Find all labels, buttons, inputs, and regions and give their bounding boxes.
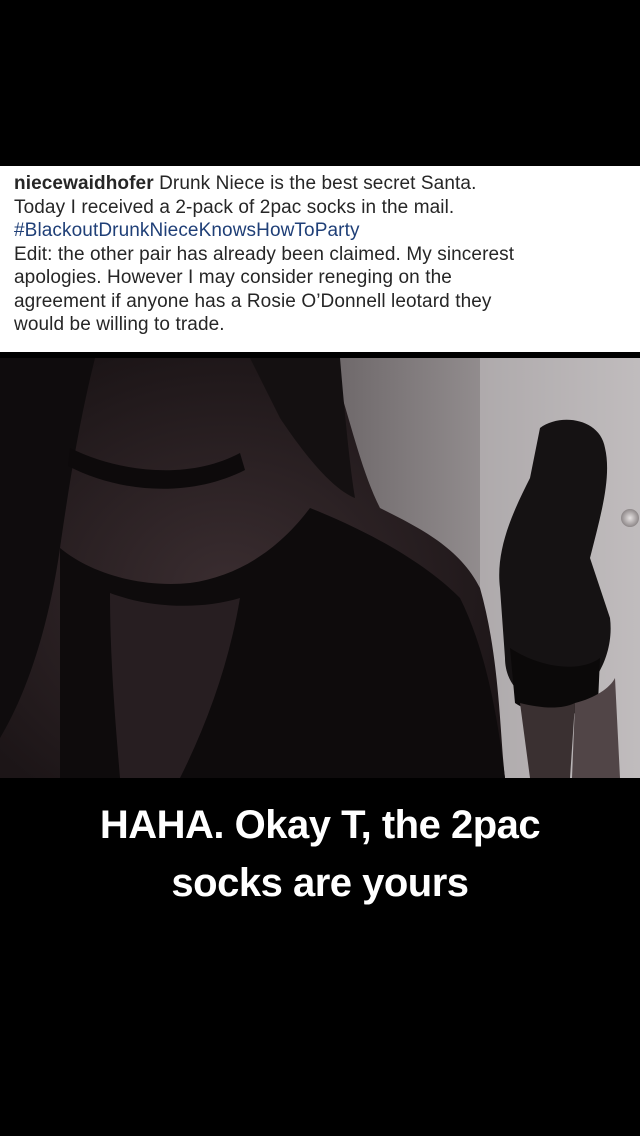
caption-text-1: Drunk Niece is the best secret Santa. bbox=[153, 173, 477, 194]
overlay-line-1: HAHA. Okay T, the 2pac bbox=[99, 803, 541, 847]
edit-line-2: apologies. However I may consider renegi… bbox=[14, 267, 452, 288]
overlay-line-2: socks are yours bbox=[171, 861, 469, 905]
hashtag-link[interactable]: #BlackoutDrunkNieceKnowsHowToParty bbox=[14, 219, 626, 243]
lamp-light bbox=[621, 509, 639, 527]
edit-line-4: would be willing to trade. bbox=[14, 314, 225, 335]
story-overlay-text: HAHA. Okay T, the 2pac socks are yours bbox=[0, 796, 640, 912]
caption-line-1: niecewaidhofer Drunk Niece is the best s… bbox=[14, 172, 626, 196]
edit-line-3: agreement if anyone has a Rosie O’Donnel… bbox=[14, 290, 492, 312]
caption-line-2: Today I received a 2-pack of 2pac socks … bbox=[14, 196, 455, 218]
username-link[interactable]: niecewaidhofer bbox=[14, 173, 154, 194]
instagram-caption-card: niecewaidhofer Drunk Niece is the best s… bbox=[0, 166, 640, 352]
edit-line-1: Edit: the other pair has already been cl… bbox=[14, 243, 515, 265]
photo-illustration bbox=[0, 358, 640, 778]
story-photo bbox=[0, 358, 640, 778]
